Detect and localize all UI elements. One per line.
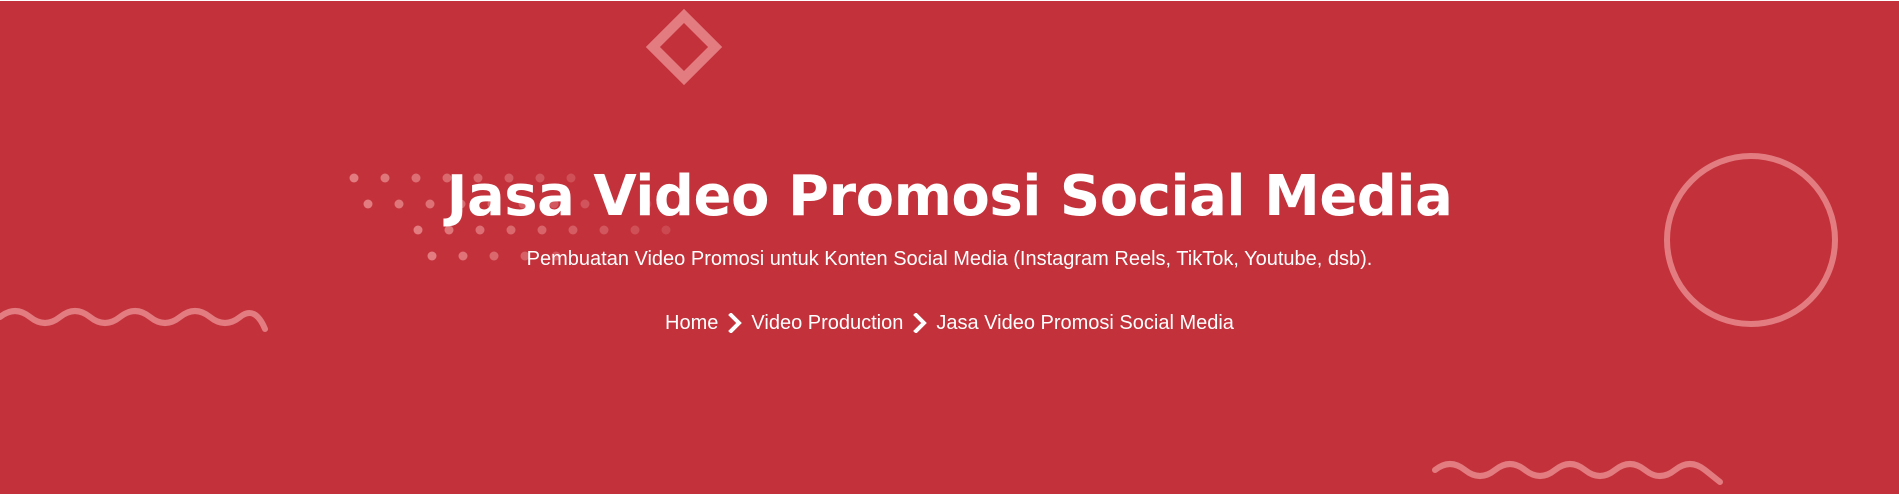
page-header-banner: Jasa Video Promosi Social Media Pembuata…: [0, 1, 1899, 494]
breadcrumb-home-link[interactable]: Home: [665, 310, 718, 336]
chevron-right-icon: [728, 313, 743, 333]
breadcrumb-video-production-link[interactable]: Video Production: [751, 310, 903, 336]
breadcrumb: Home Video Production Jasa Video Promosi…: [0, 310, 1899, 336]
chevron-right-icon: [913, 313, 928, 333]
breadcrumb-current-page: Jasa Video Promosi Social Media: [936, 312, 1234, 334]
hero-content: Jasa Video Promosi Social Media Pembuata…: [0, 1, 1899, 494]
page-subtitle: Pembuatan Video Promosi untuk Konten Soc…: [526, 248, 1373, 270]
page-title: Jasa Video Promosi Social Media: [446, 164, 1453, 229]
